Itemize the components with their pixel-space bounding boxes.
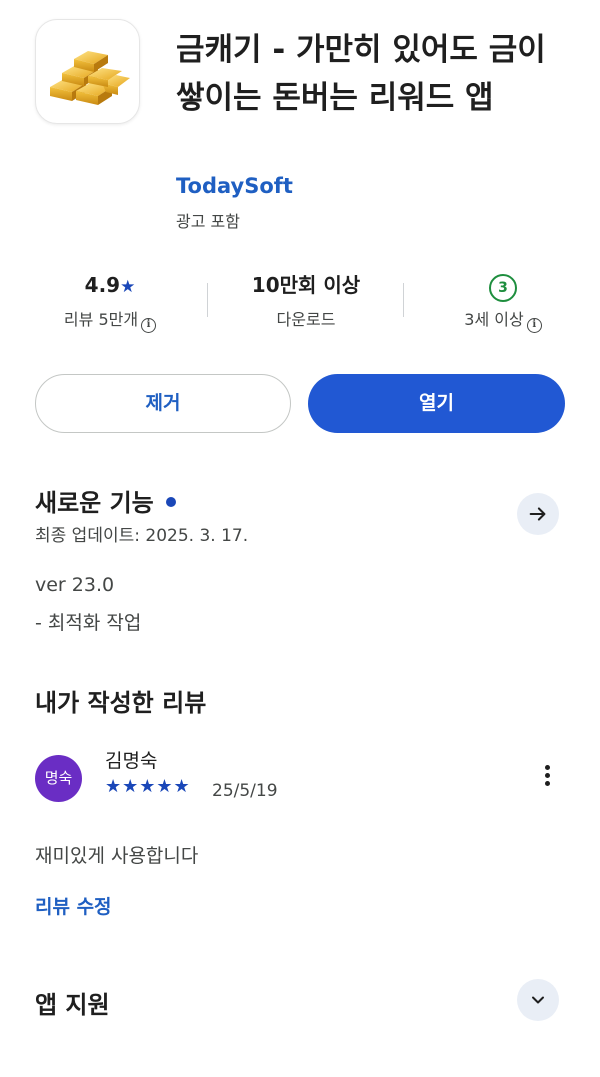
whats-new-title: 새로운 기능 [35, 489, 154, 517]
new-indicator-dot [165, 497, 176, 507]
app-title: 금캐기 - 가만히 있어도 금이 쌓이는 돈버는 리워드 앱 [176, 32, 546, 116]
star-icon: ★ [120, 277, 136, 297]
edit-review-link[interactable]: 리뷰 수정 [35, 892, 112, 919]
info-icon[interactable]: i [141, 318, 157, 333]
info-icon[interactable]: i [526, 318, 542, 333]
app-support-expand-button[interactable] [517, 979, 559, 1021]
downloads-stat: 10만회 이상 다운로드 [206, 270, 406, 334]
reviewer-name: 김명숙 [105, 750, 158, 772]
review-date: 25/5/19 [212, 781, 278, 801]
review-stars: ★★★★★ [105, 776, 191, 797]
age-rating-label: 3세 이상 [464, 310, 524, 329]
developer-link[interactable]: TodaySoft [176, 174, 293, 198]
review-count: 리뷰 5만개 [63, 310, 139, 329]
more-options-icon[interactable] [535, 762, 559, 796]
age-rating-badge: 3 [489, 274, 517, 302]
review-text: 재미있게 사용합니다 [35, 845, 199, 867]
stats-divider [403, 283, 404, 317]
stats-divider [207, 283, 208, 317]
rating-stat[interactable]: 4.9★ 리뷰 5만개 i [10, 270, 210, 334]
contains-ads-label: 광고 포함 [176, 212, 240, 231]
avatar: 명숙 [35, 755, 82, 802]
open-button[interactable]: 열기 [308, 374, 565, 433]
downloads-value: 10만회 이상 [251, 273, 361, 297]
app-icon [35, 19, 140, 124]
whats-new-header[interactable]: 새로운 기능 [35, 483, 176, 518]
uninstall-button[interactable]: 제거 [35, 374, 291, 433]
chevron-down-icon [532, 996, 544, 1004]
age-rating-stat[interactable]: 3 3세 이상 i [403, 270, 600, 334]
last-updated: 최종 업데이트: 2025. 3. 17. [35, 526, 249, 546]
app-stats: 4.9★ 리뷰 5만개 i 10만회 이상 다운로드 3 3세 이상 i [0, 270, 600, 336]
downloads-label: 다운로드 [276, 310, 336, 329]
gold-bars-icon [49, 50, 130, 105]
release-note: - 최적화 작업 [35, 612, 142, 634]
rating-value: 4.9 [84, 273, 121, 297]
app-support-title[interactable]: 앱 지원 [35, 985, 110, 1020]
whats-new-arrow-button[interactable] [517, 493, 559, 535]
version-text: ver 23.0 [35, 574, 115, 596]
arrow-right-icon [529, 507, 546, 521]
my-review-title: 내가 작성한 리뷰 [35, 689, 207, 717]
